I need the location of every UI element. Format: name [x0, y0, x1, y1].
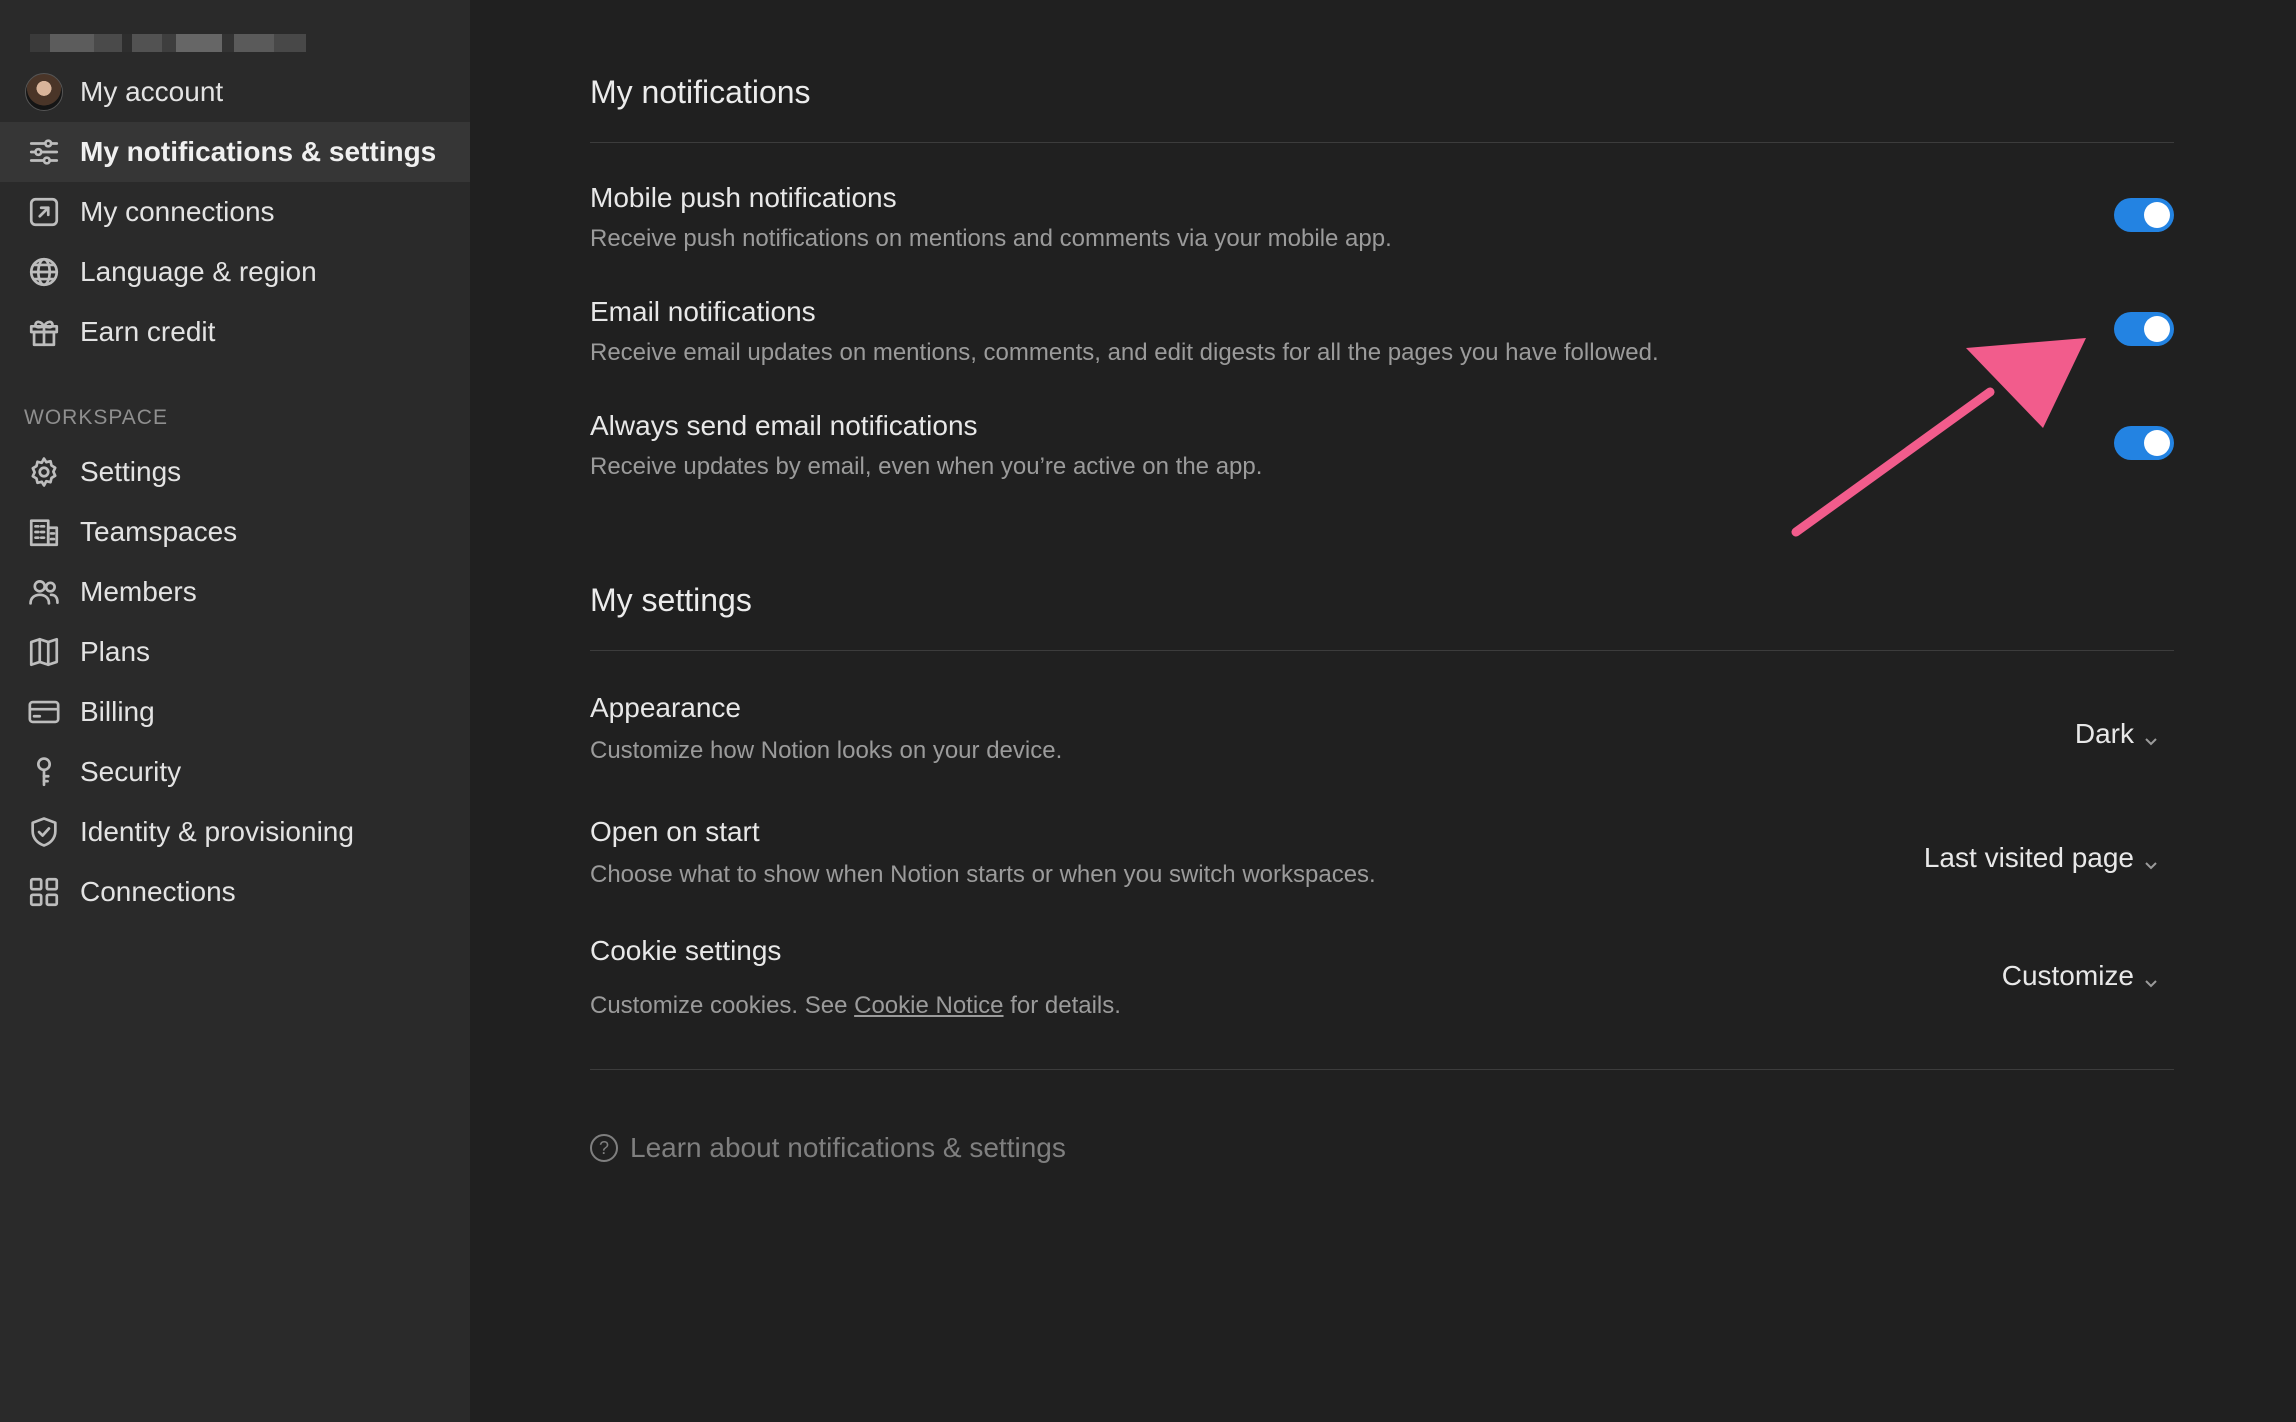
shield-check-icon: [24, 812, 64, 852]
key-icon: [24, 752, 64, 792]
email-notifications-description: Receive email updates on mentions, comme…: [590, 339, 1659, 366]
sidebar-item-label: Security: [80, 756, 182, 787]
map-icon: [24, 632, 64, 672]
redacted-user-email: [30, 34, 306, 52]
cookie-settings-title: Cookie settings: [590, 935, 782, 966]
open-on-start-description: Choose what to show when Notion starts o…: [590, 861, 1376, 888]
sidebar-item-language-region[interactable]: Language & region: [0, 242, 470, 302]
notifications-section-title: My notifications: [590, 74, 811, 110]
building-icon: [24, 512, 64, 552]
cookie-description-suffix: for details.: [1003, 992, 1121, 1019]
sliders-icon: [24, 132, 64, 172]
sidebar-item-connections[interactable]: Connections: [0, 862, 470, 922]
cookie-description-prefix: Customize cookies. See: [590, 992, 855, 1019]
grid-icon: [24, 872, 64, 912]
learn-more-link[interactable]: ? Learn about notifications & settings: [590, 1132, 1066, 1164]
sidebar-item-billing[interactable]: Billing: [0, 682, 470, 742]
sidebar: My account My notifications & settings M…: [0, 0, 470, 1422]
section-divider: [590, 1069, 2174, 1070]
chevron-down-icon: [2142, 967, 2160, 988]
settings-window: My account My notifications & settings M…: [0, 0, 2296, 1422]
sidebar-item-label: My connections: [80, 196, 275, 227]
avatar: [25, 73, 63, 111]
appearance-description: Customize how Notion looks on your devic…: [590, 737, 1063, 764]
sidebar-item-label: Teamspaces: [80, 516, 238, 547]
sidebar-item-plans[interactable]: Plans: [0, 622, 470, 682]
sidebar-item-label: Language & region: [80, 256, 317, 287]
cookie-settings-description: Customize cookies. See Cookie Notice for…: [590, 992, 1121, 1020]
credit-card-icon: [24, 692, 64, 732]
always-email-toggle[interactable]: [2114, 426, 2174, 460]
chevron-down-icon: [2142, 725, 2160, 746]
mobile-push-description: Receive push notifications on mentions a…: [590, 225, 1392, 252]
sidebar-item-members[interactable]: Members: [0, 562, 470, 622]
section-divider: [590, 142, 2174, 143]
settings-section-title: My settings: [590, 582, 752, 618]
appearance-select[interactable]: Dark: [2075, 718, 2160, 750]
open-on-start-title: Open on start: [590, 816, 760, 847]
always-email-description: Receive updates by email, even when you’…: [590, 453, 1263, 480]
sidebar-item-settings[interactable]: Settings: [0, 442, 470, 502]
open-on-start-select[interactable]: Last visited page: [1924, 842, 2160, 874]
people-icon: [24, 572, 64, 612]
sidebar-item-earn-credit[interactable]: Earn credit: [0, 302, 470, 362]
sidebar-item-label: Settings: [80, 456, 182, 487]
cookie-settings-value: Customize: [2001, 960, 2134, 991]
email-notifications-title: Email notifications: [590, 296, 816, 327]
sidebar-item-my-connections[interactable]: My connections: [0, 182, 470, 242]
sidebar-item-security[interactable]: Security: [0, 742, 470, 802]
sidebar-item-my-notifications-settings[interactable]: My notifications & settings: [0, 122, 470, 182]
email-notifications-toggle[interactable]: [2114, 312, 2174, 346]
appearance-value: Dark: [2074, 718, 2134, 749]
gift-icon: [24, 312, 64, 352]
sidebar-item-label: My notifications & settings: [80, 136, 437, 167]
sidebar-item-label: Identity & provisioning: [80, 816, 354, 847]
workspace-section-label: WORKSPACE: [24, 406, 168, 429]
sidebar-item-label: Earn credit: [80, 316, 216, 347]
help-circle-icon: ?: [590, 1134, 618, 1162]
sidebar-item-label: My account: [80, 76, 224, 107]
main-content: My notifications Mobile push notificatio…: [590, 0, 2174, 1422]
sidebar-item-label: Connections: [80, 876, 236, 907]
learn-more-label: Learn about notifications & settings: [630, 1132, 1066, 1163]
annotation-arrow-icon: [1791, 338, 2086, 537]
sidebar-item-identity-provisioning[interactable]: Identity & provisioning: [0, 802, 470, 862]
sidebar-item-my-account[interactable]: My account: [0, 62, 470, 122]
globe-icon: [24, 252, 64, 292]
chevron-down-icon: [2142, 849, 2160, 870]
open-on-start-value: Last visited page: [1923, 842, 2134, 873]
cookie-settings-select[interactable]: Customize: [2002, 960, 2160, 992]
mobile-push-title: Mobile push notifications: [590, 182, 897, 213]
external-link-icon: [24, 192, 64, 232]
appearance-title: Appearance: [590, 692, 742, 723]
sidebar-item-teamspaces[interactable]: Teamspaces: [0, 502, 470, 562]
sidebar-item-label: Plans: [80, 636, 151, 667]
cookie-notice-link[interactable]: Cookie Notice: [854, 992, 1003, 1019]
gear-icon: [24, 452, 64, 492]
mobile-push-toggle[interactable]: [2114, 198, 2174, 232]
section-divider: [590, 650, 2174, 651]
always-email-title: Always send email notifications: [590, 410, 978, 441]
sidebar-item-label: Billing: [80, 696, 155, 727]
sidebar-item-label: Members: [80, 576, 197, 607]
